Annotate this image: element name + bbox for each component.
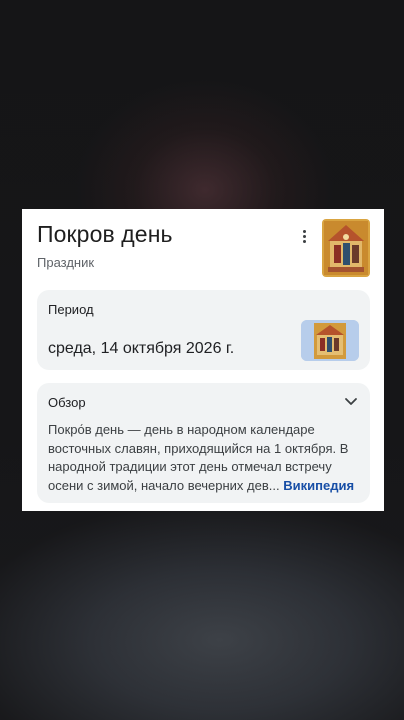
overview-ellipsis: ... bbox=[268, 477, 280, 493]
card-subtitle: Праздник bbox=[37, 255, 95, 270]
chevron-down-icon[interactable] bbox=[343, 395, 359, 409]
icon-painting-thumbnail[interactable] bbox=[301, 320, 359, 361]
period-date: среда, 14 октября 2026 г. bbox=[48, 340, 235, 357]
card-title: Покров день bbox=[37, 221, 173, 247]
more-vert-icon[interactable] bbox=[296, 227, 312, 245]
period-panel[interactable]: Период среда, 14 октября 2026 г. bbox=[37, 290, 370, 370]
wikipedia-link[interactable]: Википедия bbox=[283, 478, 354, 493]
overview-label: Обзор bbox=[48, 395, 86, 410]
overview-panel: Обзор Покро́в день — день в народном кал… bbox=[37, 383, 370, 503]
overview-description: Покро́в день — день в народном календаре… bbox=[48, 421, 366, 495]
period-label: Период bbox=[48, 302, 94, 317]
icon-painting-thumbnail[interactable] bbox=[322, 219, 370, 277]
knowledge-card: Покров день Праздник Период среда, 14 ок… bbox=[22, 209, 384, 511]
